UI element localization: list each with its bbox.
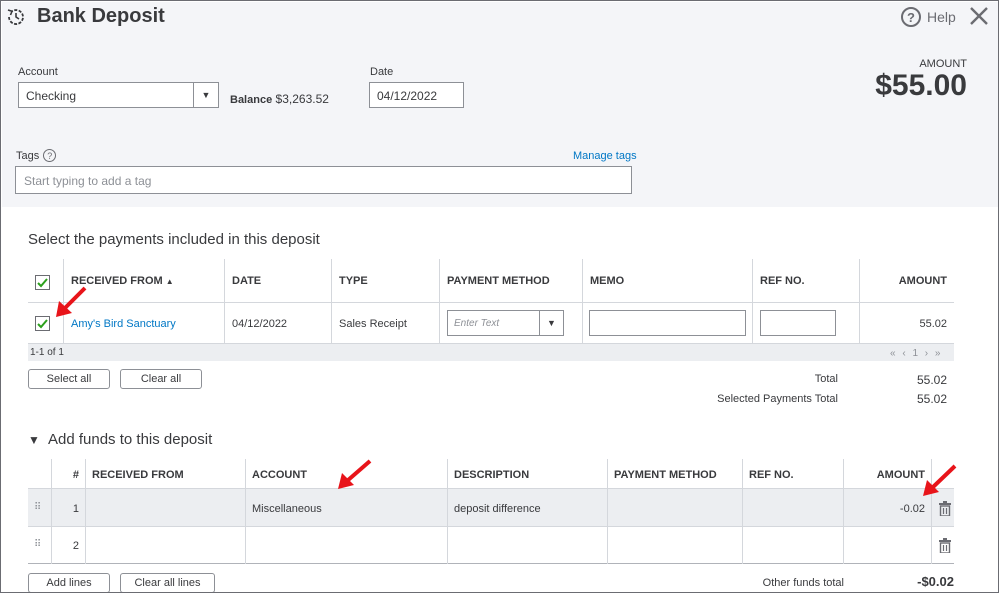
balance-label: Balance: [230, 94, 273, 106]
funds-section-title: Add funds to this deposit: [48, 431, 213, 448]
fund-account[interactable]: Miscellaneous: [252, 503, 322, 515]
chevron-down-icon[interactable]: ▼: [539, 311, 563, 335]
amount-value: $55.00: [875, 69, 967, 102]
row-number: 2: [72, 540, 79, 552]
payment-date: 04/12/2022: [232, 318, 288, 330]
col-account: ACCOUNT: [252, 469, 307, 481]
col-type[interactable]: TYPE: [339, 275, 368, 287]
fund-amount[interactable]: -0.02: [849, 503, 925, 515]
payments-section-title: Select the payments included in this dep…: [28, 231, 320, 248]
balance-display: Balance $3,263.52: [230, 92, 329, 106]
collapse-triangle-icon[interactable]: ▼: [28, 433, 40, 447]
bank-deposit-window: Bank Deposit ? Help Account Checking ▼ B…: [0, 0, 999, 593]
checkmark-icon: [37, 278, 48, 288]
close-icon[interactable]: [967, 4, 991, 28]
payment-type: Sales Receipt: [339, 318, 407, 330]
account-label: Account: [18, 66, 58, 78]
tags-label: Tags: [16, 149, 40, 162]
col-payment-method[interactable]: PAYMENT METHOD: [447, 275, 550, 287]
selected-total-label: Selected Payments Total: [717, 393, 838, 405]
sort-asc-icon: ▲: [165, 277, 174, 286]
payment-method-placeholder: Enter Text: [454, 318, 500, 329]
account-value: Checking: [26, 89, 77, 103]
col-amount: AMOUNT: [876, 469, 925, 481]
col-amount[interactable]: AMOUNT: [867, 275, 947, 287]
payments-footer-bar: [28, 344, 954, 361]
date-label: Date: [370, 66, 394, 78]
row-checkbox[interactable]: [35, 316, 50, 331]
annotation-arrow-icon: [923, 464, 957, 496]
tags-label-group: Tags ?: [16, 149, 57, 162]
annotation-arrow-icon: [56, 286, 87, 317]
page-title: Bank Deposit: [37, 5, 165, 27]
selected-total-value: 55.02: [916, 392, 947, 406]
help-button[interactable]: ? Help: [901, 7, 956, 27]
payment-method-select[interactable]: Enter Text ▼: [447, 310, 564, 336]
add-lines-button[interactable]: Add lines: [28, 573, 110, 592]
col-received-from: RECEIVED FROM: [92, 469, 184, 481]
fund-description[interactable]: deposit difference: [454, 503, 541, 515]
date-field[interactable]: 04/12/2022: [369, 82, 464, 108]
other-funds-total-label: Other funds total: [762, 577, 844, 589]
col-num: #: [72, 469, 79, 481]
col-payment-method: PAYMENT METHOD: [614, 469, 717, 481]
col-memo[interactable]: MEMO: [590, 275, 624, 287]
col-ref-no: REF NO.: [749, 469, 794, 481]
clear-all-lines-button[interactable]: Clear all lines: [120, 573, 215, 592]
ref-no-input[interactable]: [760, 310, 836, 336]
help-icon[interactable]: ?: [43, 149, 57, 162]
other-funds-total-value: -$0.02: [917, 574, 954, 589]
table-row: [28, 527, 954, 564]
help-label: Help: [927, 9, 956, 25]
total-label: Total: [814, 373, 838, 385]
help-icon: ?: [901, 7, 921, 27]
col-description: DESCRIPTION: [454, 469, 530, 481]
memo-input[interactable]: [589, 310, 746, 336]
checkmark-icon: [37, 319, 48, 329]
trash-icon[interactable]: [938, 501, 952, 516]
drag-handle-icon[interactable]: ⠿: [34, 502, 41, 513]
total-value: 55.02: [916, 373, 947, 387]
trash-icon[interactable]: [938, 538, 952, 553]
account-select[interactable]: Checking ▼: [18, 82, 219, 108]
page-info: 1-1 of 1: [30, 347, 64, 358]
payment-amount: 55.02: [919, 318, 947, 330]
pagination-controls[interactable]: « ‹ 1 › »: [890, 348, 942, 359]
drag-handle-icon[interactable]: ⠿: [34, 539, 41, 550]
row-number: 1: [72, 503, 79, 515]
tags-input[interactable]: Start typing to add a tag: [15, 166, 632, 194]
chevron-down-icon[interactable]: ▼: [193, 83, 218, 107]
manage-tags-link[interactable]: Manage tags: [573, 150, 637, 162]
select-all-button[interactable]: Select all: [28, 369, 110, 389]
clear-all-button[interactable]: Clear all: [120, 369, 202, 389]
history-icon[interactable]: [5, 6, 27, 28]
col-date[interactable]: DATE: [232, 275, 261, 287]
balance-value: $3,263.52: [275, 92, 329, 106]
annotation-arrow-icon: [338, 459, 372, 489]
select-all-checkbox[interactable]: [35, 275, 50, 290]
col-ref-no[interactable]: REF NO.: [760, 275, 805, 287]
